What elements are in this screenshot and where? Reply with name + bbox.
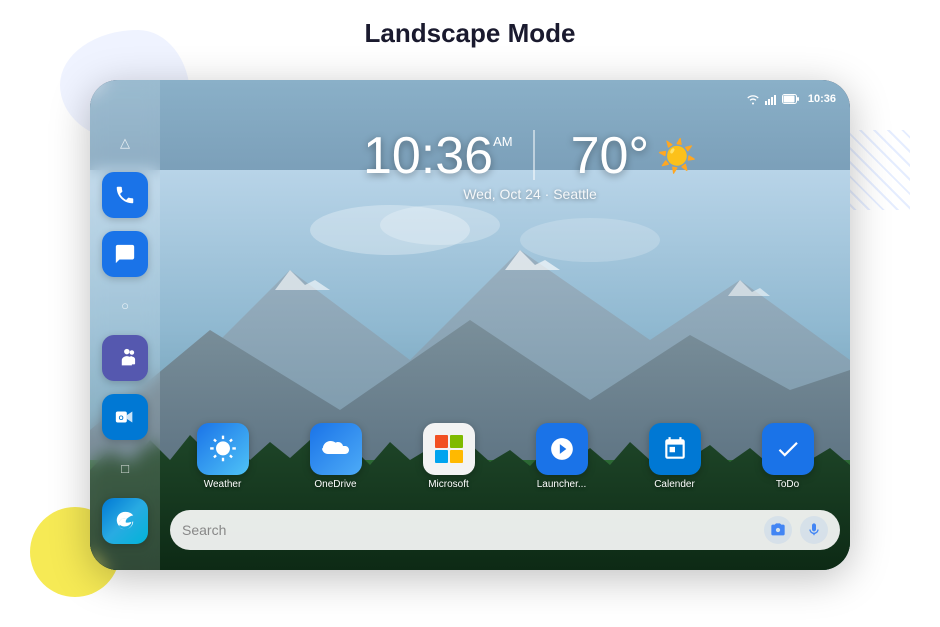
- app-icon-onedrive[interactable]: [310, 423, 362, 475]
- sidebar-dock: △ ○ O □: [90, 80, 160, 570]
- app-label-weather: Weather: [204, 479, 242, 490]
- mic-search-button[interactable]: [800, 516, 828, 544]
- app-item-weather[interactable]: Weather: [170, 423, 275, 490]
- phone-frame: 10:36 △ ○ O □ 10:36: [90, 80, 850, 570]
- app-label-calendar: Calender: [654, 479, 695, 490]
- nav-recents-button[interactable]: □: [109, 453, 141, 485]
- app-item-calendar[interactable]: Calender: [622, 423, 727, 490]
- app-label-todo: ToDo: [776, 479, 799, 490]
- nav-back-button[interactable]: △: [109, 127, 141, 159]
- app-item-launcher[interactable]: Launcher...: [509, 423, 614, 490]
- sidebar-app-outlook[interactable]: O: [102, 394, 148, 440]
- clock-ampm: AM: [493, 134, 513, 149]
- sidebar-app-teams[interactable]: [102, 335, 148, 381]
- app-label-onedrive: OneDrive: [314, 479, 356, 490]
- app-icon-calendar[interactable]: [649, 423, 701, 475]
- app-label-microsoft: Microsoft: [428, 479, 469, 490]
- clock-widget: 10:36 AM 70° ☀️ Wed, Oct 24 · Seattle: [290, 130, 770, 202]
- search-bar[interactable]: Search: [170, 510, 840, 550]
- sidebar-app-phone[interactable]: [102, 172, 148, 218]
- app-icon-weather[interactable]: [197, 423, 249, 475]
- weather-section: 70° ☀️: [571, 130, 697, 182]
- battery-icon: [782, 93, 800, 105]
- page-title: Landscape Mode: [0, 18, 940, 49]
- status-bar: 10:36: [90, 88, 850, 110]
- app-label-launcher: Launcher...: [537, 479, 586, 490]
- app-icon-microsoft[interactable]: [423, 423, 475, 475]
- sun-icon: ☀️: [657, 137, 697, 175]
- sidebar-app-edge[interactable]: [102, 498, 148, 544]
- app-item-todo[interactable]: ToDo: [735, 423, 840, 490]
- sidebar-app-messages[interactable]: [102, 231, 148, 277]
- clock-date: Wed, Oct 24 · Seattle: [463, 186, 597, 202]
- weather-temp: 70°: [571, 130, 650, 182]
- signal-icon: [764, 93, 778, 105]
- camera-search-button[interactable]: [764, 516, 792, 544]
- svg-text:O: O: [119, 414, 124, 421]
- status-icons: 10:36: [746, 93, 836, 105]
- clock-divider: [533, 130, 535, 180]
- wifi-icon: [746, 93, 760, 105]
- app-item-onedrive[interactable]: OneDrive: [283, 423, 388, 490]
- app-item-microsoft[interactable]: Microsoft: [396, 423, 501, 490]
- search-right-icons: [764, 516, 828, 544]
- search-placeholder: Search: [182, 522, 756, 538]
- clock-time: 10:36: [363, 130, 493, 182]
- app-icon-launcher[interactable]: [536, 423, 588, 475]
- app-grid: Weather OneDrive Microsoft: [170, 423, 840, 490]
- app-icon-todo[interactable]: [762, 423, 814, 475]
- nav-home-button[interactable]: ○: [109, 290, 141, 322]
- status-time: 10:36: [808, 93, 836, 105]
